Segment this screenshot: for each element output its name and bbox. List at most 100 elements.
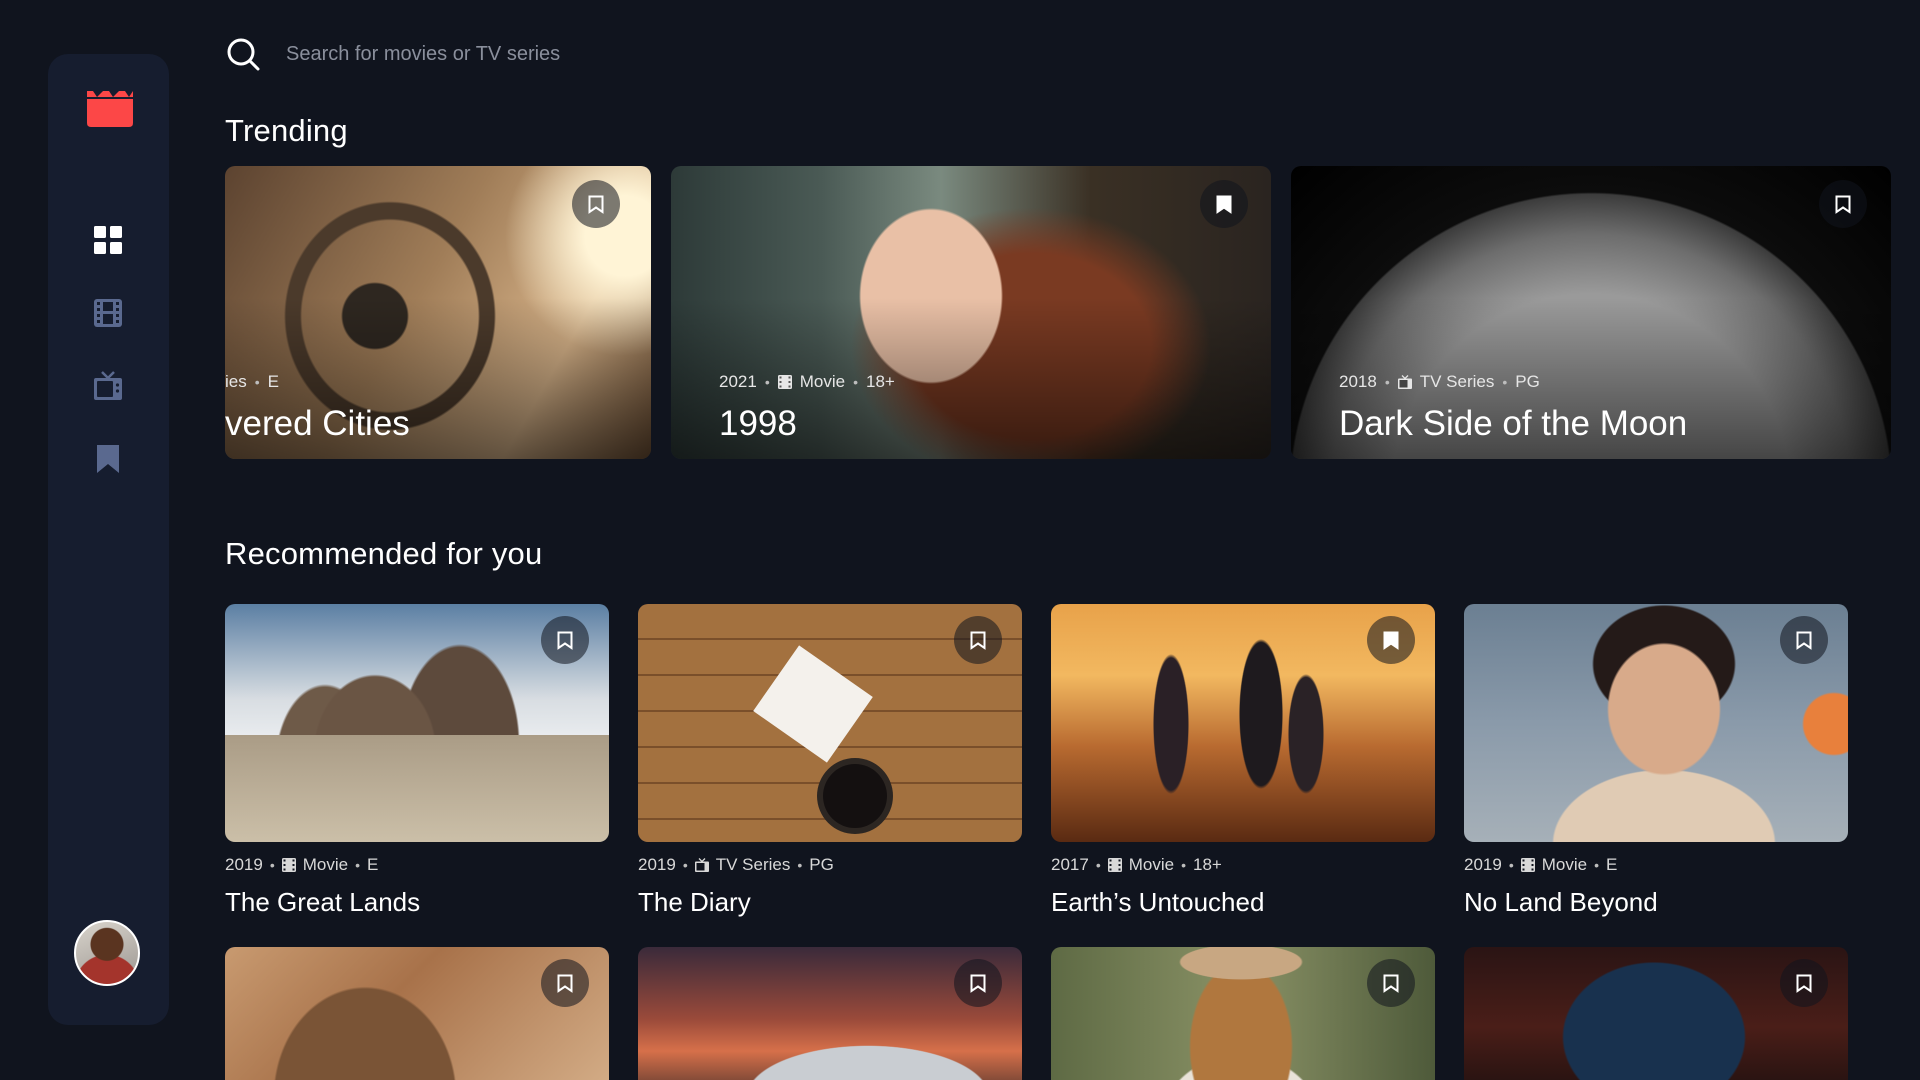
bookmark-button[interactable] (1200, 180, 1248, 228)
search-bar (226, 36, 1826, 72)
recommended-card[interactable]: 2019 • Movie • E The Great Lands (225, 604, 609, 918)
card-meta: ies • E (225, 372, 279, 392)
card-rating: PG (1515, 372, 1540, 391)
separator-dot: • (254, 374, 260, 390)
card-title: 1998 (719, 404, 797, 443)
card-meta: 2019 • TV Series • PG (638, 855, 1022, 875)
card-title[interactable]: No Land Beyond (1464, 887, 1848, 918)
card-title[interactable]: The Diary (638, 887, 1022, 918)
card-title: Dark Side of the Moon (1339, 404, 1688, 443)
nav-home-grid-icon[interactable] (93, 225, 123, 255)
nav-tv-series-icon[interactable] (93, 371, 123, 401)
separator-dot: • (269, 857, 275, 873)
card-meta: 2019 • Movie • E (225, 855, 609, 875)
separator-dot: • (853, 374, 858, 390)
card-thumbnail[interactable] (225, 604, 609, 842)
recommended-card[interactable] (1051, 947, 1435, 1080)
card-thumbnail[interactable] (638, 604, 1022, 842)
bookmark-button[interactable] (1780, 959, 1828, 1007)
separator-dot: • (1095, 857, 1101, 873)
bookmark-empty-icon (970, 631, 986, 650)
bookmark-empty-icon (970, 974, 986, 993)
recommended-card[interactable]: 2017 • Movie • 18+ Earth’s Untouched (1051, 604, 1435, 918)
card-year: 2019 (638, 855, 676, 874)
search-icon (226, 37, 260, 71)
card-thumbnail[interactable] (1051, 604, 1435, 842)
card-thumbnail[interactable] (638, 947, 1022, 1080)
card-meta: 2019 • Movie • E (1464, 855, 1848, 875)
separator-dot: • (1502, 374, 1508, 390)
separator-dot: • (1384, 374, 1390, 390)
card-category: Movie (1128, 855, 1175, 874)
card-year: 2019 (1464, 855, 1502, 874)
card-year: 2019 (225, 855, 263, 874)
bookmark-button[interactable] (954, 959, 1002, 1007)
trending-card[interactable]: ies • E vered Cities (225, 166, 651, 459)
recommended-card[interactable] (225, 947, 609, 1080)
card-title[interactable]: Earth’s Untouched (1051, 887, 1435, 918)
recommended-card[interactable]: 2019 • Movie • E No Land Beyond (1464, 604, 1848, 918)
card-rating: E (267, 372, 279, 391)
card-year: 2017 (1051, 855, 1089, 874)
bookmark-filled-icon (1216, 195, 1232, 214)
app-root: Trending ies • E vered Cities 2021 • (0, 0, 1920, 1080)
card-year: ies (225, 372, 247, 391)
card-title[interactable]: The Great Lands (225, 887, 609, 918)
nav-bookmarks-icon[interactable] (93, 444, 123, 474)
card-category: Movie (1541, 855, 1588, 874)
movie-category-icon (777, 375, 792, 389)
bookmark-button[interactable] (1780, 616, 1828, 664)
card-thumbnail[interactable] (1464, 947, 1848, 1080)
movie-category-icon (1520, 858, 1535, 872)
separator-dot: • (1594, 857, 1599, 873)
card-meta: 2018 • TV Series • PG (1339, 372, 1540, 392)
recommended-card[interactable] (1464, 947, 1848, 1080)
bookmark-button[interactable] (1367, 616, 1415, 664)
search-input[interactable] (286, 38, 1186, 70)
recommended-card[interactable] (638, 947, 1022, 1080)
card-category: Movie (799, 372, 846, 391)
trending-card[interactable]: 2018 • TV Series • PG Dark Side of the M… (1291, 166, 1891, 459)
card-thumbnail[interactable] (225, 947, 609, 1080)
recommended-card[interactable]: 2019 • TV Series • PG The Diary (638, 604, 1022, 918)
card-rating: E (1606, 855, 1618, 874)
separator-dot: • (682, 857, 688, 873)
bookmark-button[interactable] (541, 616, 589, 664)
bookmark-button[interactable] (572, 180, 620, 228)
card-category: TV Series (1419, 372, 1495, 391)
bookmark-button[interactable] (541, 959, 589, 1007)
card-thumbnail[interactable] (1464, 604, 1848, 842)
user-avatar[interactable] (74, 920, 140, 986)
bookmark-filled-icon (1383, 631, 1399, 650)
trending-card[interactable]: 2021 • Movie • 18+ 1998 (671, 166, 1271, 459)
card-year: 2018 (1339, 372, 1377, 391)
bookmark-button[interactable] (954, 616, 1002, 664)
bookmark-empty-icon (588, 195, 604, 214)
bookmark-empty-icon (1383, 974, 1399, 993)
separator-dot: • (764, 374, 770, 390)
bookmark-empty-icon (557, 974, 573, 993)
card-thumbnail[interactable] (1051, 947, 1435, 1080)
bookmark-empty-icon (1796, 631, 1812, 650)
card-rating: PG (809, 855, 834, 874)
separator-dot: • (1181, 857, 1186, 873)
card-rating: 18+ (1193, 855, 1222, 874)
card-meta: 2021 • Movie • 18+ (719, 372, 895, 392)
movie-category-icon (1107, 858, 1122, 872)
card-year: 2021 (719, 372, 757, 391)
nav-movies-film-icon[interactable] (93, 298, 123, 328)
trending-heading: Trending (225, 113, 348, 148)
bookmark-empty-icon (1796, 974, 1812, 993)
card-rating: 18+ (866, 372, 895, 391)
movie-category-icon (281, 858, 296, 872)
card-category: Movie (302, 855, 349, 874)
tv-category-icon (694, 858, 709, 872)
bookmark-button[interactable] (1819, 180, 1867, 228)
trending-carousel[interactable]: ies • E vered Cities 2021 • Movie • 18+ … (225, 166, 1893, 459)
separator-dot: • (355, 857, 360, 873)
card-rating: E (367, 855, 379, 874)
bookmark-button[interactable] (1367, 959, 1415, 1007)
bookmark-empty-icon (557, 631, 573, 650)
separator-dot: • (797, 857, 803, 873)
film-clapper-logo[interactable] (87, 91, 133, 127)
